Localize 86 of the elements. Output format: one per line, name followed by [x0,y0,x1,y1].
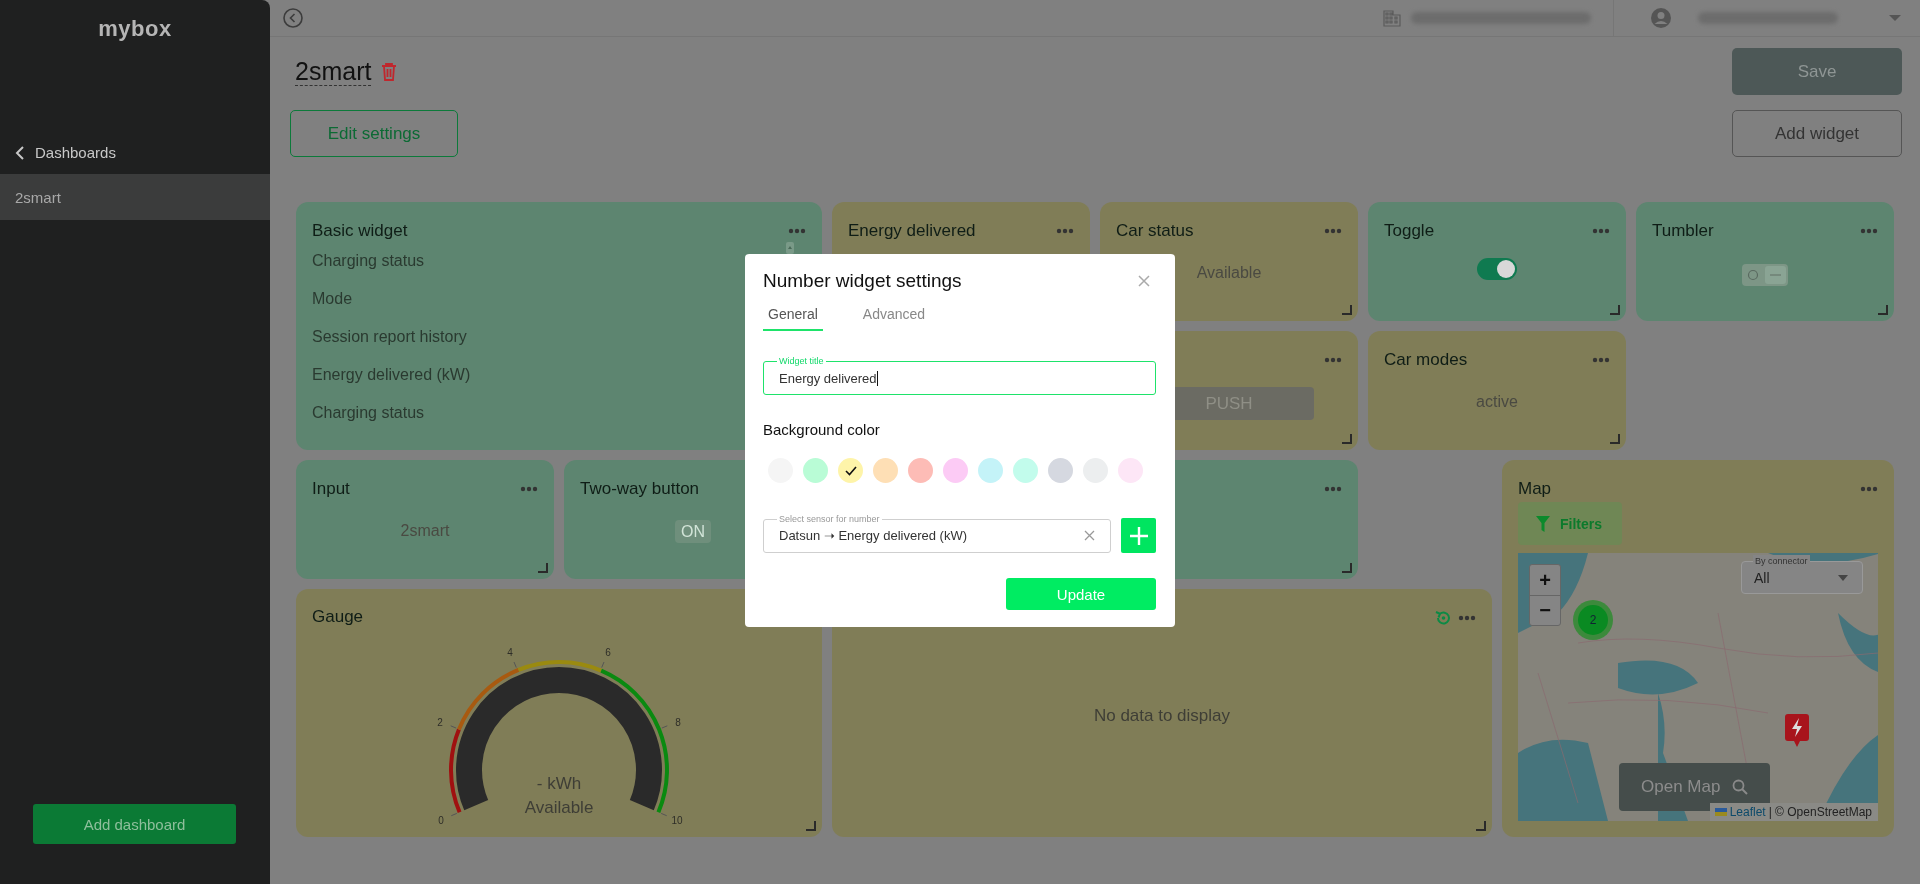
tick-label: 10 [671,814,683,826]
sensor-label: Charging status [312,403,425,422]
more-options-icon[interactable] [1860,228,1878,234]
check-icon [844,465,857,476]
tick-label: 4 [507,646,513,658]
flag-icon [1714,808,1727,816]
connector-select[interactable]: By connector All [1741,554,1863,594]
back-link[interactable]: Dashboards [15,144,270,161]
tab[interactable]: General [763,302,823,331]
color-swatch[interactable] [943,458,968,483]
resize-handle-icon[interactable] [1610,305,1620,315]
save-button[interactable]: Save [1732,48,1902,95]
resize-handle-icon[interactable] [1610,434,1620,444]
sensor-label: Charging status [312,251,425,270]
more-options-icon[interactable] [1056,228,1074,234]
add-dashboard-button[interactable]: Add dashboard [33,804,236,844]
gauge-value: - kWh [535,773,583,795]
building-icon [1383,9,1401,27]
resize-handle-icon[interactable] [1342,563,1352,573]
sensor-label: Session report history [312,327,467,346]
empty-message: No data to display [1093,706,1231,726]
zoom-in-button[interactable]: + [1530,565,1560,595]
on-button[interactable]: ON [675,520,711,543]
user-avatar-icon[interactable] [1650,7,1672,29]
widget-title: Two-way button [580,479,700,499]
back-icon [15,145,25,160]
color-swatch[interactable] [1118,458,1143,483]
widget-title: Toggle [1384,221,1435,241]
back-circle-icon[interactable] [282,7,304,29]
more-options-icon[interactable] [1860,486,1878,492]
search-icon [1732,779,1749,795]
dashboard-title[interactable]: 2smart [295,56,372,87]
logo: mybox [98,16,172,42]
resize-handle-icon[interactable] [1878,305,1888,315]
color-swatch[interactable] [803,458,828,483]
section-label: Background color [763,421,881,438]
color-swatch[interactable] [838,458,863,483]
attribution-text: | © OpenStreetMap [1768,805,1872,819]
more-options-icon[interactable] [1324,228,1342,234]
widget-title: Car modes [1384,350,1468,370]
more-options-icon[interactable] [1592,357,1610,363]
tick-label: 2 [437,716,443,728]
widget-title: Gauge [312,607,364,627]
sidebar-item[interactable]: 2smart [0,174,270,220]
close-icon[interactable] [1138,275,1150,287]
more-options-icon[interactable] [520,486,538,492]
widget-title: Car status [1116,221,1194,241]
more-options-icon[interactable] [1324,486,1342,492]
value-text: 2smart [400,521,450,540]
filter-icon [1536,515,1550,532]
more-options-icon[interactable] [1324,357,1342,363]
caret-icon[interactable] [1888,14,1902,22]
resize-handle-icon[interactable] [538,563,548,573]
color-swatch[interactable] [1013,458,1038,483]
zoom-out-button[interactable]: − [1530,595,1560,625]
widget-title: Map [1518,479,1552,499]
add-sensor-button[interactable] [1121,518,1156,553]
charging-pin-icon[interactable] [1785,714,1809,748]
resize-handle-icon[interactable] [806,821,816,831]
dropdown-caret-icon [1838,575,1848,581]
toggle-switch[interactable] [1477,257,1517,280]
widget-title: Tumbler [1652,221,1714,241]
sensor-label: Mode [312,289,353,308]
tick-label: 6 [605,646,611,658]
more-options-icon[interactable] [1458,615,1476,621]
widget-title: Input [312,479,350,499]
widget-title: Energy delivered [848,221,976,241]
resize-handle-icon[interactable] [1342,305,1352,315]
more-options-icon[interactable] [1592,228,1610,234]
sensor-label: Energy delivered (kW) [312,365,471,384]
tick-label: 8 [675,716,681,728]
plus-icon [1128,525,1149,546]
more-options-icon[interactable] [788,228,806,234]
resize-handle-icon[interactable] [1342,434,1352,444]
dialog-title: Number widget settings [763,270,962,292]
widget-title: Basic widget [312,221,408,241]
color-swatch[interactable] [978,458,1003,483]
add-widget-button[interactable]: Add widget [1732,110,1902,157]
tumbler-switch[interactable] [1742,263,1788,286]
clear-icon[interactable] [1084,530,1095,541]
color-swatch[interactable] [908,458,933,483]
tick-label: 0 [438,814,444,826]
color-swatch[interactable] [873,458,898,483]
tab[interactable]: Advanced [857,302,931,331]
resize-handle-icon[interactable] [1476,821,1486,831]
color-swatch[interactable] [1048,458,1073,483]
